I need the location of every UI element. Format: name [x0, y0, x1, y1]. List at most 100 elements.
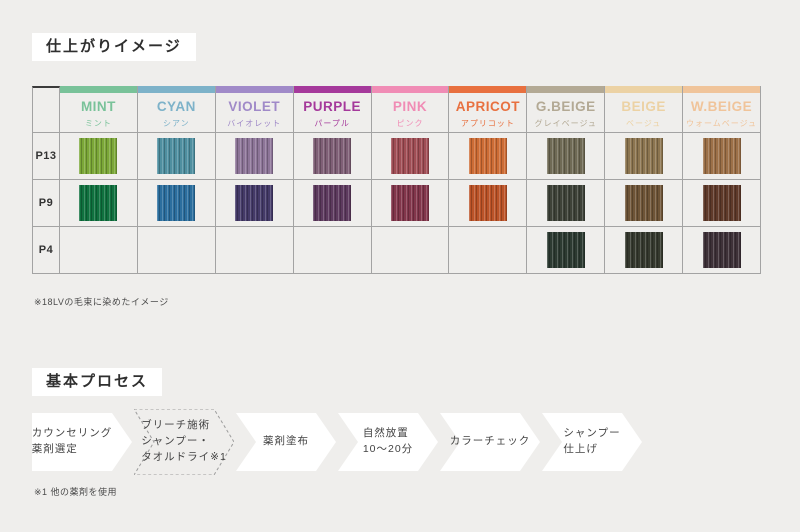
basic-process-section-title: 基本プロセス [32, 368, 162, 396]
hair-swatch-beige-p4 [625, 232, 663, 268]
hair-swatch-beige-p9 [625, 185, 663, 221]
process-step-4: 自然放置10～20分 [338, 413, 438, 471]
process-step-1: カウンセリング薬剤選定 [32, 413, 132, 471]
hair-swatch-w-beige-p13 [703, 138, 741, 174]
column-kana: パープル [294, 118, 371, 129]
swatch-cell-pink-p4 [372, 227, 450, 274]
column-name: G.BEIGE [527, 100, 604, 115]
swatch-cell-beige-p9 [605, 180, 683, 227]
hair-swatch-g-beige-p4 [547, 232, 585, 268]
column-accent-bar [60, 86, 137, 93]
column-name: W.BEIGE [683, 100, 760, 115]
process-step-lines: ブリーチ施術シャンプー・タオルドライ※1 [141, 418, 227, 465]
swatch-cell-w-beige-p13 [683, 133, 761, 180]
swatch-cell-w-beige-p9 [683, 180, 761, 227]
hair-swatch-apricot-p13 [469, 138, 507, 174]
hair-swatch-purple-p9 [313, 185, 351, 221]
column-name: VIOLET [216, 100, 293, 115]
hair-swatch-violet-p9 [235, 185, 273, 221]
row-label-cell: P13 [32, 133, 60, 180]
column-name: PINK [372, 100, 449, 115]
row-label-cell: P9 [32, 180, 60, 227]
process-step-lines: シャンプー仕上げ [563, 426, 620, 458]
column-header-cyan: CYAN シアン [138, 86, 216, 133]
finish-table-note: ※18LVの毛束に染めたイメージ [34, 295, 169, 308]
hair-swatch-w-beige-p9 [703, 185, 741, 221]
process-step-text: 薬剤塗布 [236, 413, 336, 471]
process-flow: カウンセリング薬剤選定ブリーチ施術シャンプー・タオルドライ※1 薬剤塗布 自然放置1… [32, 413, 712, 471]
process-step-text: ブリーチ施術シャンプー・タオルドライ※1 [134, 409, 234, 475]
process-step-6: シャンプー仕上げ [542, 413, 642, 471]
column-accent-bar [138, 86, 215, 93]
process-step-lines: カウンセリング薬剤選定 [32, 426, 113, 458]
swatch-cell-mint-p9 [60, 180, 138, 227]
process-step-2: ブリーチ施術シャンプー・タオルドライ※1 [134, 409, 234, 475]
hair-swatch-apricot-p9 [469, 185, 507, 221]
process-footnote: ※1 他の薬剤を使用 [34, 485, 117, 498]
row-label-p9: P9 [39, 197, 53, 209]
swatch-cell-g-beige-p9 [527, 180, 605, 227]
column-kana: ベージュ [605, 118, 682, 129]
column-accent-bar [372, 86, 449, 93]
column-name: APRICOT [449, 100, 526, 115]
column-accent-bar [449, 86, 526, 93]
swatch-cell-purple-p13 [294, 133, 372, 180]
column-accent-bar [216, 86, 293, 93]
hair-swatch-mint-p13 [79, 138, 117, 174]
swatch-cell-beige-p13 [605, 133, 683, 180]
hair-swatch-g-beige-p9 [547, 185, 585, 221]
process-step-text: カウンセリング薬剤選定 [32, 413, 132, 471]
column-kana: シアン [138, 118, 215, 129]
column-name: BEIGE [605, 100, 682, 115]
swatch-cell-beige-p4 [605, 227, 683, 274]
column-kana: グレイベージュ [527, 118, 604, 129]
hair-swatch-w-beige-p4 [703, 232, 741, 268]
column-header-mint: MINT ミント [60, 86, 138, 133]
process-step-3: 薬剤塗布 [236, 413, 336, 471]
swatch-cell-cyan-p9 [138, 180, 216, 227]
column-kana: ピンク [372, 118, 449, 129]
hair-swatch-pink-p13 [391, 138, 429, 174]
column-kana: ウォームベージュ [683, 118, 760, 129]
process-step-text: カラーチェック [440, 413, 540, 471]
swatch-cell-violet-p4 [216, 227, 294, 274]
swatch-cell-g-beige-p4 [527, 227, 605, 274]
hair-swatch-beige-p13 [625, 138, 663, 174]
hair-swatch-pink-p9 [391, 185, 429, 221]
column-accent-bar [605, 86, 682, 93]
column-kana: ミント [60, 118, 137, 129]
swatch-cell-pink-p9 [372, 180, 450, 227]
process-step-lines: 自然放置10～20分 [363, 426, 413, 458]
table-corner-cell [32, 86, 60, 133]
process-step-text: シャンプー仕上げ [542, 413, 642, 471]
hair-swatch-violet-p13 [235, 138, 273, 174]
column-name: PURPLE [294, 100, 371, 115]
process-step-lines: 薬剤塗布 [263, 434, 309, 450]
swatch-cell-violet-p9 [216, 180, 294, 227]
column-header-violet: VIOLET バイオレット [216, 86, 294, 133]
swatch-cell-apricot-p4 [449, 227, 527, 274]
hair-swatch-g-beige-p13 [547, 138, 585, 174]
row-label-cell: P4 [32, 227, 60, 274]
column-accent-bar [527, 86, 604, 93]
swatch-cell-violet-p13 [216, 133, 294, 180]
column-kana: バイオレット [216, 118, 293, 129]
hair-swatch-cyan-p13 [157, 138, 195, 174]
row-label-p4: P4 [39, 244, 53, 256]
column-header-beige: BEIGE ベージュ [605, 86, 683, 133]
column-kana: アプリコット [449, 118, 526, 129]
swatch-cell-cyan-p4 [138, 227, 216, 274]
swatch-cell-cyan-p13 [138, 133, 216, 180]
hair-swatch-mint-p9 [79, 185, 117, 221]
swatch-cell-mint-p4 [60, 227, 138, 274]
process-step-5: カラーチェック [440, 413, 540, 471]
column-header-pink: PINK ピンク [372, 86, 450, 133]
column-name: MINT [60, 100, 137, 115]
swatch-cell-purple-p4 [294, 227, 372, 274]
column-header-w-beige: W.BEIGE ウォームベージュ [683, 86, 761, 133]
process-step-text: 自然放置10～20分 [338, 413, 438, 471]
finish-image-section-title: 仕上がりイメージ [32, 33, 196, 61]
column-name: CYAN [138, 100, 215, 115]
swatch-cell-apricot-p9 [449, 180, 527, 227]
row-label-p13: P13 [35, 150, 56, 162]
